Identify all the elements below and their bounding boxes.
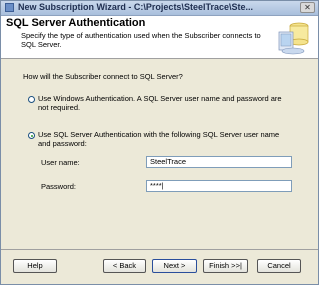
wizard-window: New Subscription Wizard - C:\Projects\St… (0, 0, 319, 285)
help-button[interactable]: Help (13, 259, 57, 273)
database-servers-icon (278, 22, 309, 55)
cancel-button[interactable]: Cancel (257, 259, 301, 273)
username-label: User name: (41, 158, 80, 167)
close-button[interactable]: ✕ (300, 2, 315, 13)
windows-auth-label[interactable]: Use Windows Authentication. A SQL Server… (38, 94, 293, 112)
back-button[interactable]: < Back (103, 259, 146, 273)
sql-auth-label[interactable]: Use SQL Server Authentication with the f… (38, 130, 293, 148)
next-button[interactable]: Next > (152, 259, 197, 273)
wizard-header: SQL Server Authentication Specify the ty… (1, 16, 318, 59)
username-field[interactable]: SteelTrace (146, 156, 292, 168)
password-label: Password: (41, 182, 77, 191)
page-title: SQL Server Authentication (6, 17, 146, 29)
finish-button[interactable]: Finish >>| (203, 259, 248, 273)
wizard-app-icon (5, 3, 14, 12)
connection-question: How will the Subscriber connect to SQL S… (23, 72, 183, 81)
password-field[interactable]: ****| (146, 180, 292, 192)
windows-auth-radio[interactable] (28, 96, 35, 103)
window-title: New Subscription Wizard - C:\Projects\St… (18, 2, 253, 12)
title-bar[interactable]: New Subscription Wizard - C:\Projects\St… (1, 1, 318, 16)
page-subtitle: Specify the type of authentication used … (21, 31, 261, 49)
sql-auth-radio[interactable] (28, 132, 35, 139)
wizard-content: How will the Subscriber connect to SQL S… (1, 59, 318, 249)
footer-divider (1, 249, 318, 250)
